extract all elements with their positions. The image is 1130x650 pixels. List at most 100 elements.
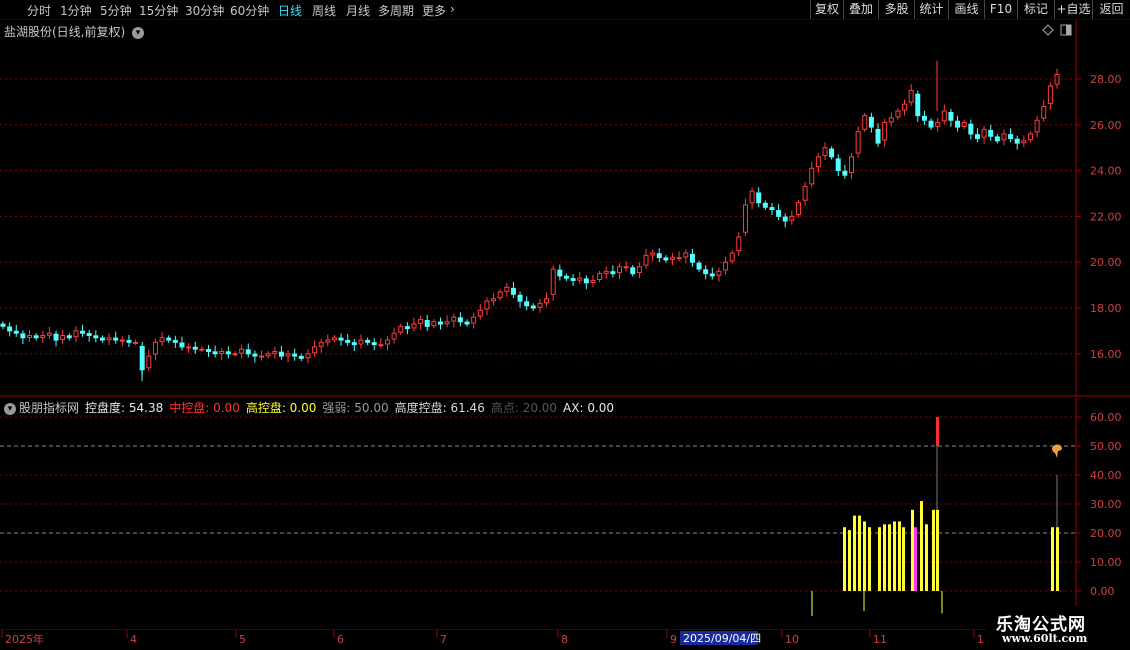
indicator-bar <box>898 521 901 591</box>
indicator-bar <box>868 527 871 591</box>
indicator-bar <box>1051 527 1054 591</box>
watermark-logo: 乐淘公式网 www.60lt.com <box>986 606 1130 650</box>
candle <box>172 335 178 348</box>
candle <box>378 338 384 349</box>
candle <box>252 350 258 363</box>
candle <box>968 119 974 140</box>
candle <box>875 123 881 147</box>
candle <box>53 330 59 347</box>
toolbar-button-4[interactable]: 画线 <box>948 0 984 19</box>
toolbar-button-2[interactable]: 多股 <box>878 0 914 19</box>
indicator-bar <box>914 527 917 591</box>
indicator-bar <box>902 527 905 591</box>
cursor-date: 2025/09/04/四 <box>683 632 761 645</box>
period-1[interactable]: 1分钟 <box>60 2 92 19</box>
period-8[interactable]: 月线 <box>346 2 370 19</box>
candle <box>166 335 172 343</box>
candle <box>298 353 304 362</box>
toolbar-button-7[interactable]: +自选 <box>1054 0 1092 19</box>
candle <box>265 351 271 359</box>
candle <box>583 275 589 290</box>
candle <box>438 317 444 330</box>
candle <box>471 312 477 329</box>
candle <box>729 250 735 264</box>
candle <box>902 99 908 116</box>
indicator-chart[interactable]: 60.00 50.00 40.00 30.00 20.00 10.00 0.00 <box>0 398 1130 630</box>
candle <box>504 282 510 297</box>
period-10[interactable]: 更多 <box>422 2 446 19</box>
candle <box>371 338 377 351</box>
indicator-bar <box>858 515 861 591</box>
candle <box>345 333 351 347</box>
candle <box>908 84 914 106</box>
period-9[interactable]: 多周期 <box>378 2 414 19</box>
candle <box>477 303 483 320</box>
period-5[interactable]: 60分钟 <box>230 2 269 19</box>
candle <box>285 350 291 363</box>
candle <box>842 164 848 179</box>
period-6[interactable]: 日线 <box>278 2 302 19</box>
candle <box>948 108 954 127</box>
candle <box>411 317 417 332</box>
candle <box>510 282 516 298</box>
toolbar-button-3[interactable]: 统计 <box>914 0 948 19</box>
candle <box>358 334 364 349</box>
candle <box>623 261 629 272</box>
candle <box>643 248 649 269</box>
indicator-bar <box>848 530 851 591</box>
ind-tick-label: 10.00 <box>1090 556 1122 569</box>
period-7[interactable]: 周线 <box>312 2 336 19</box>
candle <box>1001 129 1007 146</box>
period-2[interactable]: 5分钟 <box>100 2 132 19</box>
candle <box>776 204 782 221</box>
signal-marker-icon <box>1052 444 1062 458</box>
indicator-bar <box>925 524 928 591</box>
candle <box>106 333 112 346</box>
candle <box>862 112 868 133</box>
candle <box>186 343 192 354</box>
candle <box>517 291 523 308</box>
candle <box>232 351 238 357</box>
candle <box>444 315 450 328</box>
candle <box>1027 131 1033 143</box>
indicator-bar <box>863 521 866 591</box>
ind-tick-label: 40.00 <box>1090 469 1122 482</box>
candle <box>789 210 795 225</box>
candle <box>921 110 927 125</box>
price-chart[interactable]: 28.00 26.00 24.00 22.00 20.00 18.00 16.00 <box>0 20 1130 397</box>
candle <box>809 161 815 188</box>
candle <box>557 264 563 281</box>
indicator-bar <box>883 524 886 591</box>
toolbar-button-8[interactable]: 返回 <box>1092 0 1130 19</box>
price-tick-label: 20.00 <box>1090 256 1122 269</box>
period-0[interactable]: 分时 <box>27 2 51 19</box>
candle <box>749 187 755 210</box>
period-4[interactable]: 30分钟 <box>185 2 224 19</box>
candle <box>689 248 695 267</box>
toolbar-button-6[interactable]: 标记 <box>1017 0 1054 19</box>
toolbar-button-0[interactable]: 复权 <box>810 0 843 19</box>
indicator-bar <box>893 521 896 591</box>
candle <box>1008 128 1014 143</box>
candle <box>1041 100 1047 122</box>
candle <box>723 256 729 275</box>
indicator-bar <box>843 527 846 591</box>
indicator-bar <box>920 501 923 591</box>
candle <box>146 349 152 372</box>
candle <box>1054 68 1060 89</box>
toolbar: 分时 1分钟 5分钟 15分钟 30分钟 60分钟 日线 周线 月线 多周期 更多 › 复权 叠加 多股 统计… <box>0 0 1130 20</box>
toolbar-button-5[interactable]: F10 <box>984 0 1017 19</box>
candle <box>736 232 742 257</box>
candle <box>404 322 410 335</box>
candle <box>179 336 185 351</box>
candle <box>212 345 218 358</box>
toolbar-button-1[interactable]: 叠加 <box>843 0 878 19</box>
candle <box>457 312 463 327</box>
candle <box>66 333 72 341</box>
candle <box>292 348 298 361</box>
candle <box>955 115 961 132</box>
chevron-right-icon[interactable]: › <box>450 2 455 16</box>
period-3[interactable]: 15分钟 <box>139 2 178 19</box>
candle <box>835 154 841 177</box>
candle <box>802 182 808 206</box>
